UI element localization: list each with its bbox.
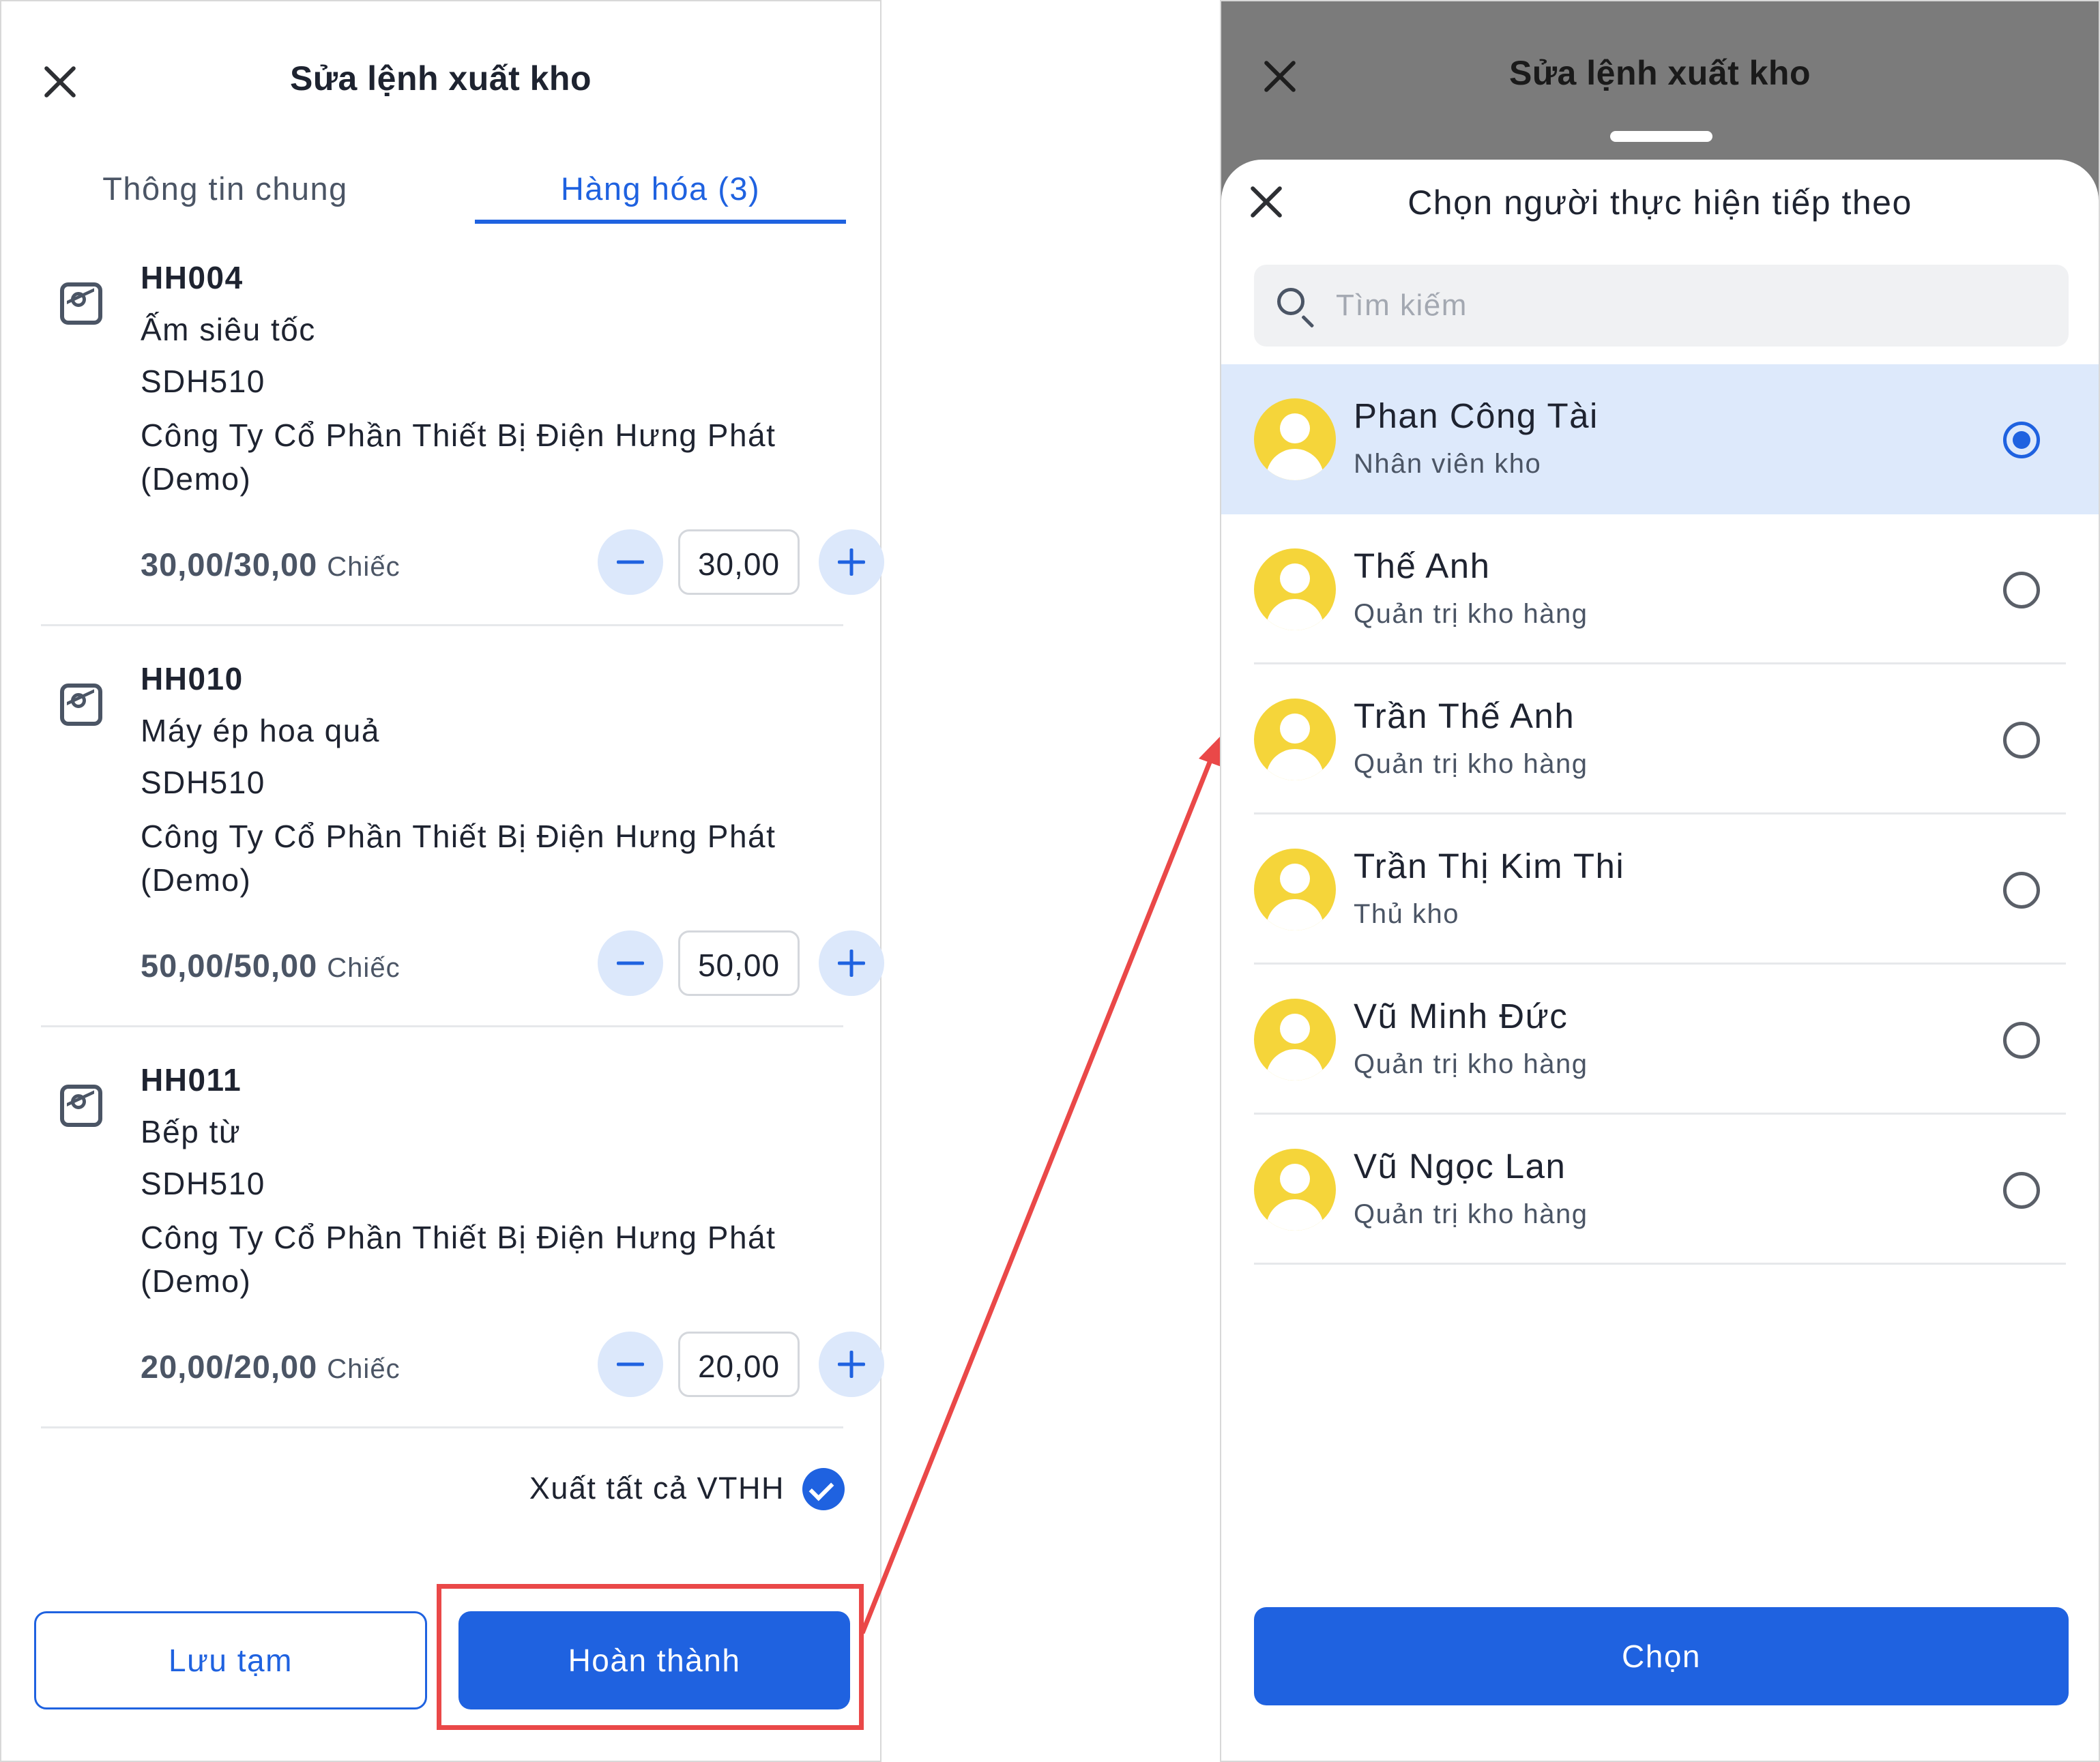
item-code: HH010 (141, 661, 244, 696)
person-name: Thế Anh (1354, 546, 1491, 585)
select-assignee-screen: Sửa lệnh xuất kho Chọn người thực hiện t… (1220, 0, 2100, 1762)
avatar-icon (1254, 1149, 1336, 1231)
plus-icon[interactable] (819, 529, 884, 595)
quantity-row: 50,00/50,00 Chiếc 50,00 (141, 930, 884, 999)
quantity-input[interactable]: 20,00 (678, 1332, 800, 1397)
quantity-text: 50,00/50,00 Chiếc (141, 947, 400, 984)
person-name: Trần Thị Kim Thi (1354, 847, 1625, 885)
image-icon (60, 282, 102, 325)
quantity-text: 30,00/30,00 Chiếc (141, 546, 400, 583)
quantity-input[interactable]: 30,00 (678, 529, 800, 595)
person-role: Quản trị kho hàng (1354, 1199, 1588, 1229)
item-company: Công Ty Cổ Phần Thiết Bị Điện Hưng Phát … (141, 417, 776, 497)
save-draft-button[interactable]: Lưu tạm (34, 1611, 427, 1709)
divider (41, 1025, 843, 1027)
export-all-label: Xuất tất cả VTHH (529, 1471, 785, 1506)
arrow-line (860, 756, 1214, 1634)
radio-icon[interactable] (2003, 1022, 2040, 1059)
quantity-value: 20,00/20,00 (141, 1349, 318, 1385)
divider (41, 624, 843, 626)
quantity-unit: Chiếc (327, 953, 400, 983)
tab-general-info[interactable]: Thông tin chung (41, 165, 409, 226)
radio-icon[interactable] (2003, 722, 2040, 759)
quantity-unit: Chiếc (327, 1354, 400, 1384)
person-role: Nhân viên kho (1354, 449, 1542, 479)
minus-icon[interactable] (598, 529, 663, 595)
export-all-toggle[interactable]: Xuất tất cả VTHH (435, 1468, 845, 1512)
list-item[interactable]: Thế Anh Quản trị kho hàng (1221, 514, 2099, 664)
background-header: Sửa lệnh xuất kho (1221, 1, 2099, 158)
item-sdh: SDH510 (141, 1166, 265, 1201)
image-icon (60, 1085, 102, 1127)
radio-icon[interactable] (2003, 572, 2040, 608)
list-item[interactable]: Trần Thị Kim Thi Thủ kho (1221, 814, 2099, 965)
person-role: Quản trị kho hàng (1354, 1049, 1588, 1079)
search-input[interactable] (1336, 265, 2045, 347)
quantity-row: 20,00/20,00 Chiếc 20,00 (141, 1332, 884, 1400)
quantity-row: 30,00/30,00 Chiếc 30,00 (141, 529, 884, 598)
quantity-input[interactable]: 50,00 (678, 930, 800, 996)
radio-icon[interactable] (2003, 1172, 2040, 1209)
divider (1254, 1263, 2066, 1265)
item-sdh: SDH510 (141, 765, 265, 800)
item-name: Ấm siêu tốc (141, 312, 316, 347)
list-item[interactable]: Vũ Ngọc Lan Quản trị kho hàng (1221, 1115, 2099, 1265)
radio-icon[interactable] (2003, 422, 2040, 458)
sheet-grabber[interactable] (1610, 131, 1712, 142)
list-item[interactable]: Phan Công Tài Nhân viên kho (1221, 364, 2099, 514)
divider (41, 1426, 843, 1428)
tab-bar: Thông tin chung Hàng hóa (3) (41, 165, 846, 226)
check-icon[interactable] (802, 1468, 845, 1510)
item-name: Máy ép hoa quả (141, 713, 380, 748)
item-name: Bếp từ (141, 1114, 242, 1149)
avatar-icon (1254, 548, 1336, 630)
plus-icon[interactable] (819, 930, 884, 996)
sheet-title: Chọn người thực hiện tiếp theo (1408, 183, 1912, 222)
item-company: Công Ty Cổ Phần Thiết Bị Điện Hưng Phát … (141, 1220, 776, 1299)
quantity-unit: Chiếc (327, 552, 400, 582)
item-company: Công Ty Cổ Phần Thiết Bị Điện Hưng Phát … (141, 819, 776, 898)
bottom-sheet: Chọn người thực hiện tiếp theo Phan Công… (1221, 160, 2099, 1761)
quantity-value: 50,00/50,00 (141, 948, 318, 984)
quantity-text: 20,00/20,00 Chiếc (141, 1348, 400, 1385)
item-sdh: SDH510 (141, 364, 265, 399)
edit-export-order-screen: Sửa lệnh xuất kho Thông tin chung Hàng h… (0, 0, 884, 1762)
person-name: Phan Công Tài (1354, 396, 1599, 435)
search-bar[interactable] (1254, 265, 2069, 347)
choose-button[interactable]: Chọn (1254, 1607, 2069, 1705)
highlight-box (437, 1584, 864, 1730)
avatar-icon (1254, 999, 1336, 1081)
person-role: Quản trị kho hàng (1354, 599, 1588, 629)
tab-goods[interactable]: Hàng hóa (3) (475, 165, 846, 226)
plus-icon[interactable] (819, 1332, 884, 1397)
minus-icon[interactable] (598, 1332, 663, 1397)
background-title: Sửa lệnh xuất kho (1508, 54, 1811, 92)
goods-item: HH010 Máy ép hoa quả SDH510 Công Ty Cổ P… (41, 660, 884, 1015)
quantity-value: 30,00/30,00 (141, 546, 318, 583)
goods-item: HH004 Ấm siêu tốc SDH510 Công Ty Cổ Phần… (41, 259, 884, 614)
list-item[interactable]: Vũ Minh Đức Quản trị kho hàng (1221, 965, 2099, 1115)
image-icon (60, 684, 102, 726)
radio-icon[interactable] (2003, 872, 2040, 909)
minus-icon[interactable] (598, 930, 663, 996)
list-item[interactable]: Trần Thế Anh Quản trị kho hàng (1221, 664, 2099, 814)
arrow-head (1199, 737, 1221, 767)
person-name: Trần Thế Anh (1354, 696, 1575, 735)
header: Sửa lệnh xuất kho (1, 1, 880, 165)
item-code: HH004 (141, 260, 244, 295)
search-icon (1277, 288, 1304, 315)
avatar-icon (1254, 398, 1336, 480)
avatar-icon (1254, 849, 1336, 930)
item-code: HH011 (141, 1062, 242, 1098)
person-name: Vũ Ngọc Lan (1354, 1147, 1566, 1186)
person-role: Thủ kho (1354, 899, 1460, 929)
person-role: Quản trị kho hàng (1354, 749, 1588, 779)
avatar-icon (1254, 699, 1336, 780)
person-name: Vũ Minh Đức (1354, 997, 1569, 1036)
page-title: Sửa lệnh xuất kho (289, 59, 592, 98)
goods-item: HH011 Bếp từ SDH510 Công Ty Cổ Phần Thiế… (41, 1061, 884, 1416)
